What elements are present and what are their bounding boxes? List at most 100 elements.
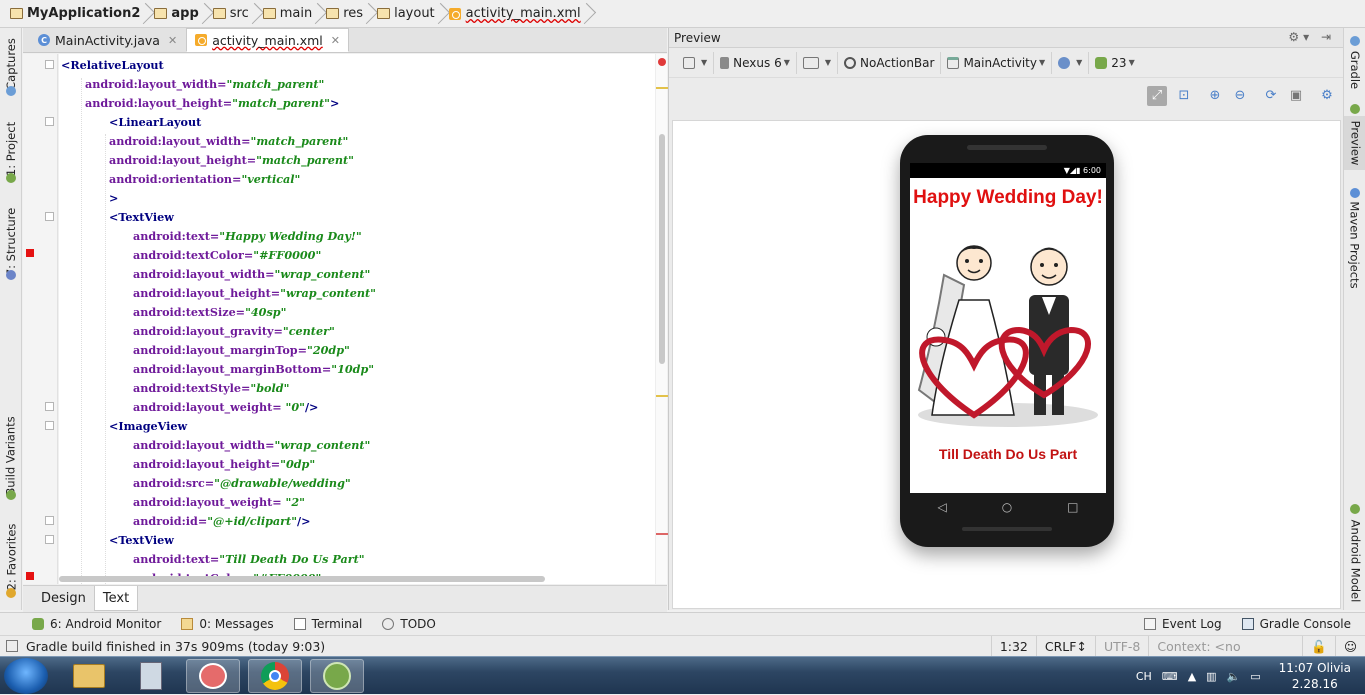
power-icon[interactable]: ▭ xyxy=(1250,670,1260,683)
breadcrumb-file[interactable]: activity_main.xml xyxy=(445,3,591,25)
tool-tab-preview[interactable]: Preview xyxy=(1344,116,1365,170)
screenshot-icon[interactable]: ▣ xyxy=(1286,86,1306,106)
scroll-thumb[interactable] xyxy=(659,134,665,364)
editor-horizontal-scrollbar[interactable] xyxy=(59,574,655,584)
code-line[interactable]: <TextView xyxy=(109,531,174,550)
gradle-console-button[interactable]: Gradle Console xyxy=(1241,617,1351,631)
code-line[interactable]: android:layout_gravity="center" xyxy=(133,322,335,341)
code-line[interactable]: <LinearLayout xyxy=(109,113,201,132)
error-indicator-icon[interactable] xyxy=(658,58,666,66)
tab-text[interactable]: Text xyxy=(93,586,139,611)
code-line[interactable]: android:text="Happy Wedding Day!" xyxy=(133,227,362,246)
error-stripe[interactable] xyxy=(656,533,668,535)
code-line[interactable]: android:id="@+id/clipart"/> xyxy=(133,512,311,531)
settings-gear-icon[interactable]: ⚙ xyxy=(1317,86,1337,106)
warning-stripe[interactable] xyxy=(656,395,668,397)
warning-stripe[interactable] xyxy=(656,87,668,89)
code-line[interactable]: android:layout_width="match_parent" xyxy=(85,75,324,94)
fold-marker[interactable] xyxy=(45,535,54,544)
context-indicator[interactable]: Context: <no context> xyxy=(1148,635,1302,675)
snipping-tool-taskbar-icon[interactable] xyxy=(186,659,240,693)
volume-icon[interactable]: 🔈 xyxy=(1227,670,1241,683)
event-log-button[interactable]: Event Log xyxy=(1144,617,1222,631)
close-icon[interactable]: ✕ xyxy=(331,34,340,47)
code-line[interactable]: > xyxy=(109,189,118,208)
code-line[interactable]: android:layout_height="match_parent"> xyxy=(85,94,339,113)
code-line[interactable]: android:text="Till Death Do Us Part" xyxy=(133,550,365,569)
android-monitor-button[interactable]: 6: Android Monitor xyxy=(32,617,161,631)
editor-vertical-scrollbar[interactable] xyxy=(655,54,668,584)
fold-marker[interactable] xyxy=(45,60,54,69)
tool-tab-android-model[interactable]: Android Model xyxy=(1344,516,1365,606)
lock-icon[interactable]: 🔓 xyxy=(1302,635,1335,657)
fold-marker[interactable] xyxy=(45,117,54,126)
tab-activity-main-xml[interactable]: activity_main.xml ✕ xyxy=(186,28,349,52)
code-line[interactable]: android:layout_marginTop="20dp" xyxy=(133,341,350,360)
code-line[interactable]: <ImageView xyxy=(109,417,187,436)
todo-button[interactable]: TODO xyxy=(382,617,436,631)
code-editor[interactable]: <RelativeLayout android:layout_width="mat… xyxy=(59,54,655,584)
code-line[interactable]: android:textStyle="bold" xyxy=(133,379,289,398)
refresh-icon[interactable]: ⟳ xyxy=(1261,86,1281,106)
breadcrumb-app[interactable]: app xyxy=(150,3,208,25)
file-encoding[interactable]: UTF-8 xyxy=(1094,635,1148,657)
keyboard-icon[interactable]: ⌨ xyxy=(1162,670,1178,683)
fold-marker[interactable] xyxy=(45,212,54,221)
zoom-to-fit-icon[interactable]: ⤢ xyxy=(1147,86,1167,106)
actual-size-icon[interactable]: ⊡ xyxy=(1174,86,1194,106)
fold-marker[interactable] xyxy=(45,421,54,430)
api-level-dropdown[interactable]: 23 ▼ xyxy=(1089,52,1140,74)
code-line[interactable]: <TextView xyxy=(109,208,174,227)
code-line[interactable]: android:layout_weight= "2" xyxy=(133,493,305,512)
code-line[interactable]: <RelativeLayout xyxy=(61,56,164,75)
start-button[interactable] xyxy=(4,658,48,694)
breadcrumb-project[interactable]: MyApplication2 xyxy=(6,3,150,25)
zoom-in-icon[interactable]: ⊕ xyxy=(1205,86,1225,106)
messages-button[interactable]: 0: Messages xyxy=(181,617,274,631)
input-language-indicator[interactable]: CH xyxy=(1136,670,1152,683)
fold-marker[interactable] xyxy=(45,516,54,525)
code-line[interactable]: android:layout_weight= "0"/> xyxy=(133,398,318,417)
code-line[interactable]: android:textColor="#FF0000" xyxy=(133,246,321,265)
zoom-out-icon[interactable]: ⊖ xyxy=(1230,86,1250,106)
code-line[interactable]: android:layout_width="match_parent" xyxy=(109,132,348,151)
tool-tab-maven-projects[interactable]: Maven Projects xyxy=(1344,200,1365,290)
code-line[interactable]: android:layout_marginBottom="10dp" xyxy=(133,360,374,379)
tool-tab-build-variants[interactable]: Build Variants xyxy=(0,410,22,502)
explorer-taskbar-icon[interactable] xyxy=(62,659,116,693)
code-line[interactable]: android:textSize="40sp" xyxy=(133,303,286,322)
terminal-button[interactable]: Terminal xyxy=(293,617,362,631)
caret-position[interactable]: 1:32 xyxy=(990,635,1036,657)
breadcrumb-src[interactable]: src xyxy=(209,3,259,25)
tab-design[interactable]: Design xyxy=(33,586,94,611)
tool-tab-structure[interactable]: 7: Structure xyxy=(0,204,22,280)
activity-dropdown[interactable]: MainActivity ▼ xyxy=(941,51,1053,74)
breadcrumb-layout[interactable]: layout xyxy=(373,3,445,25)
code-line[interactable]: android:orientation="vertical" xyxy=(109,170,300,189)
device-dropdown[interactable]: Nexus 6 ▼ xyxy=(714,51,797,74)
code-line[interactable]: android:layout_width="wrap_content" xyxy=(133,436,370,455)
fold-marker[interactable] xyxy=(45,402,54,411)
code-line[interactable]: android:src="@drawable/wedding" xyxy=(133,474,351,493)
locale-dropdown[interactable]: ▼ xyxy=(1052,51,1090,74)
design-surface-dropdown[interactable]: ▼ xyxy=(677,51,715,74)
taskbar-clock[interactable]: 11:07 Olivia 2.28.16 xyxy=(1265,660,1365,692)
preview-settings-icon[interactable]: ⚙▾ ⇥ xyxy=(1288,30,1335,44)
calculator-taskbar-icon[interactable] xyxy=(124,659,178,693)
code-line[interactable]: android:layout_height="wrap_content" xyxy=(133,284,376,303)
android-studio-taskbar-icon[interactable] xyxy=(310,659,364,693)
theme-dropdown[interactable]: NoActionBar xyxy=(838,51,942,74)
network-icon[interactable]: ▥ xyxy=(1206,670,1216,683)
show-hidden-icons-icon[interactable]: ▲ xyxy=(1188,670,1196,683)
code-line[interactable]: android:layout_width="wrap_content" xyxy=(133,265,370,284)
orientation-dropdown[interactable]: ▼ xyxy=(797,51,839,74)
code-line[interactable]: android:layout_height="0dp" xyxy=(133,455,315,474)
tool-tab-favorites[interactable]: 2: Favorites xyxy=(0,522,22,592)
line-separator[interactable]: CRLF↕ xyxy=(1035,635,1095,657)
close-icon[interactable]: ✕ xyxy=(168,34,177,47)
breadcrumb-main[interactable]: main xyxy=(259,3,322,25)
inspector-icon[interactable]: ☺ xyxy=(1334,635,1365,657)
chrome-taskbar-icon[interactable] xyxy=(248,659,302,693)
tool-tab-gradle[interactable]: Gradle xyxy=(1344,46,1365,94)
scroll-thumb[interactable] xyxy=(59,576,545,582)
